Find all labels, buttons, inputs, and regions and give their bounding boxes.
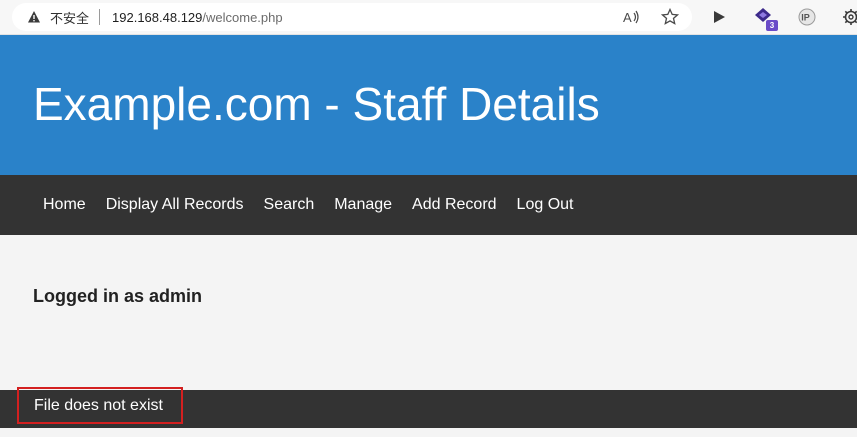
url-host: 192.168.48.129	[112, 9, 203, 25]
nav-log-out[interactable]: Log Out	[507, 196, 584, 214]
nav-add-record[interactable]: Add Record	[402, 196, 507, 214]
address-separator	[99, 9, 101, 25]
extension-icon[interactable]: 3	[752, 6, 778, 31]
ip-icon[interactable]: IP	[796, 6, 818, 28]
address-bar-actions: A	[622, 7, 680, 27]
play-icon[interactable]	[708, 6, 730, 28]
file-status-message: File does not exist	[34, 396, 163, 414]
browser-toolbar: 不安全 192.168.48.129/welcome.php A 3 IP	[0, 0, 857, 35]
nav-search[interactable]: Search	[254, 196, 325, 214]
favorite-star-icon[interactable]	[660, 7, 680, 27]
read-aloud-icon[interactable]: A	[622, 7, 642, 27]
site-header: Example.com - Staff Details	[0, 35, 857, 175]
logged-in-status: Logged in as admin	[33, 286, 203, 306]
nav-home[interactable]: Home	[33, 196, 96, 214]
footer-bar: File does not exist	[0, 387, 857, 428]
security-label[interactable]: 不安全	[50, 8, 89, 27]
nav-manage[interactable]: Manage	[324, 196, 402, 214]
url-path: /welcome.php	[202, 9, 283, 25]
highlighted-message-box: File does not exist	[17, 387, 183, 424]
svg-text:IP: IP	[801, 13, 810, 23]
settings-icon[interactable]	[840, 6, 857, 28]
extensions-bar: 3 IP	[708, 6, 857, 31]
page-bottom	[0, 428, 857, 437]
main-navigation: Home Display All Records Search Manage A…	[0, 175, 857, 235]
svg-text:A: A	[623, 10, 632, 25]
warning-icon[interactable]	[26, 9, 42, 25]
address-bar[interactable]: 不安全 192.168.48.129/welcome.php A	[12, 3, 692, 31]
main-content: Logged in as admin	[0, 235, 857, 390]
extension-badge: 3	[766, 20, 778, 31]
site-title: Example.com - Staff Details	[33, 78, 600, 130]
nav-display-all-records[interactable]: Display All Records	[96, 196, 254, 214]
